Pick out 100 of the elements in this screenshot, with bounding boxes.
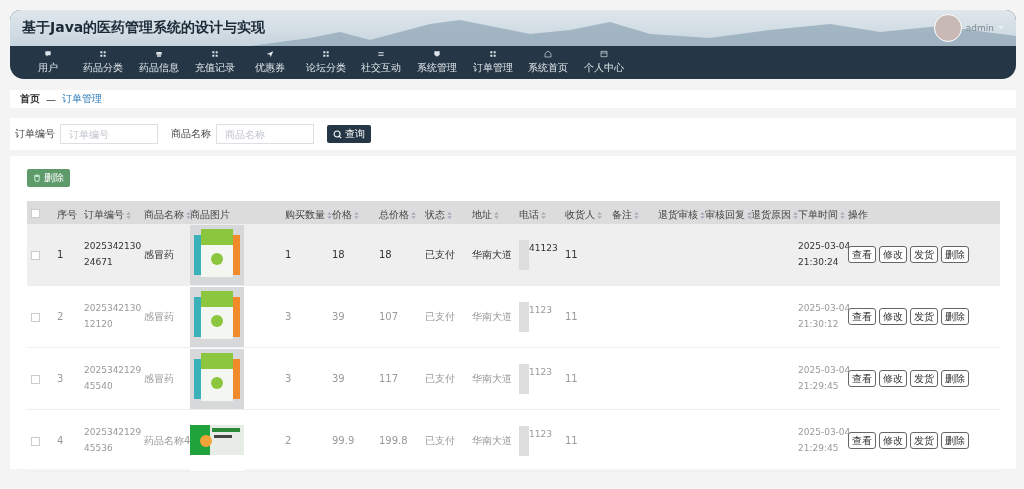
nav-item[interactable]: 充值记录 xyxy=(186,46,243,79)
table-cell: 2 xyxy=(57,311,64,322)
table-cell: 已支付 xyxy=(425,372,455,384)
table-cell: 11 xyxy=(565,311,578,322)
breadcrumb-separator: — xyxy=(46,93,56,105)
row-action-button[interactable]: 修改 xyxy=(879,432,907,449)
order-number: 202534212945540 xyxy=(84,364,142,393)
table-cell: 2 xyxy=(285,435,292,446)
table-cell: 11 xyxy=(565,435,578,446)
table-cell: 1 xyxy=(285,249,292,260)
column-header: 操作 xyxy=(848,208,868,222)
nav-item[interactable]: 药品分类 xyxy=(75,46,132,79)
blurred-block xyxy=(519,425,529,456)
row-action-button[interactable]: 删除 xyxy=(941,432,969,449)
row-action-button[interactable]: 查看 xyxy=(848,432,876,449)
order-number: 202534212945536 xyxy=(84,426,142,455)
row-action-button[interactable]: 发货 xyxy=(910,432,938,449)
table-cell: 1 xyxy=(57,249,64,260)
blurred-block xyxy=(519,363,529,394)
nav-item[interactable]: 社交互动 xyxy=(353,46,410,79)
breadcrumb-current: 订单管理 xyxy=(62,92,102,106)
sort-icon[interactable] xyxy=(541,211,546,219)
column-header[interactable]: 商品名称 xyxy=(144,208,191,222)
nav-item[interactable]: 订单管理 xyxy=(464,46,521,79)
table-cell: 3 xyxy=(285,373,292,384)
field-label: 订单编号 xyxy=(15,127,55,141)
row-action-button[interactable]: 查看 xyxy=(848,308,876,325)
row-action-button[interactable]: 发货 xyxy=(910,246,938,263)
row-checkbox[interactable] xyxy=(31,312,40,322)
table-cell: 华南大道 xyxy=(472,310,512,322)
menu-item-icon xyxy=(432,50,441,58)
nav-item[interactable]: 个人中心 xyxy=(575,46,632,79)
row-action-button[interactable]: 查看 xyxy=(848,370,876,387)
sort-icon[interactable] xyxy=(126,211,131,219)
select-all-checkbox[interactable] xyxy=(31,209,40,218)
nav-item[interactable]: 药品信息 xyxy=(131,46,187,79)
menu-item-icon xyxy=(599,50,608,58)
sort-icon[interactable] xyxy=(354,211,359,219)
nav-item[interactable]: 系统管理 xyxy=(409,46,465,79)
row-action-button[interactable]: 修改 xyxy=(879,246,907,263)
row-action-button[interactable]: 发货 xyxy=(910,308,938,325)
column-header: 商品图片 xyxy=(190,208,230,222)
search-button[interactable]: 查询 xyxy=(327,125,371,143)
table-cell: 11 xyxy=(565,249,578,260)
table-cell: 华南大道 xyxy=(472,434,512,446)
order-time: 2025-03-04 21:30:24 xyxy=(798,240,851,269)
table-cell: 11 xyxy=(565,373,578,384)
sort-icon[interactable] xyxy=(186,211,191,219)
sort-icon[interactable] xyxy=(327,211,332,219)
sort-icon[interactable] xyxy=(634,211,639,219)
table-cell: 感冒药 xyxy=(144,372,174,384)
nav-item[interactable]: 用户 xyxy=(20,46,76,79)
row-action-button[interactable]: 发货 xyxy=(910,370,938,387)
table-cell: 感冒药 xyxy=(144,310,174,322)
menu-item-icon xyxy=(266,50,275,58)
order-time: 2025-03-04 21:29:45 xyxy=(798,426,851,455)
nav-item[interactable]: 优惠券 xyxy=(242,46,298,79)
row-action-button[interactable]: 查看 xyxy=(848,246,876,263)
table-cell: 107 xyxy=(379,311,399,322)
table-cell: 3 xyxy=(285,311,292,322)
menu-item-icon xyxy=(43,50,52,58)
table-cell: 117 xyxy=(379,373,399,384)
nav-item[interactable]: 论坛分类 xyxy=(297,46,354,79)
phone-number: 1123 xyxy=(529,366,552,377)
table-cell: 药品名称4 xyxy=(144,434,191,446)
row-action-button[interactable]: 删除 xyxy=(941,246,969,263)
menu-item-icon xyxy=(210,50,219,58)
menu-item-icon xyxy=(377,50,386,58)
sort-icon[interactable] xyxy=(494,211,499,219)
table-cell: 39 xyxy=(332,311,345,322)
row-checkbox[interactable] xyxy=(31,436,40,446)
row-action-button[interactable]: 删除 xyxy=(941,370,969,387)
row-action-button[interactable]: 修改 xyxy=(879,370,907,387)
order-number: 202534213024671 xyxy=(84,240,142,269)
sort-icon[interactable] xyxy=(700,211,705,219)
table-cell: 华南大道 xyxy=(472,248,512,260)
sort-icon[interactable] xyxy=(793,211,798,219)
order-number: 202534213012120 xyxy=(84,302,142,331)
column-header[interactable]: 审核回复 xyxy=(705,208,752,222)
table-cell: 18 xyxy=(332,249,345,260)
row-checkbox[interactable] xyxy=(31,250,40,260)
nav-item[interactable]: 系统首页 xyxy=(520,46,576,79)
column-header: 序号 xyxy=(57,208,77,222)
phone-number: 1123 xyxy=(529,304,552,315)
sort-icon[interactable] xyxy=(597,211,602,219)
table-cell: 39 xyxy=(332,373,345,384)
app-title: 基于Java的医药管理系统的设计与实现 xyxy=(22,19,266,37)
breadcrumb-home[interactable]: 首页 xyxy=(20,92,40,106)
row-action-button[interactable]: 修改 xyxy=(879,308,907,325)
avatar-icon[interactable] xyxy=(933,14,962,42)
search-icon xyxy=(333,129,342,139)
sort-icon[interactable] xyxy=(411,211,416,219)
menu-item-icon xyxy=(155,50,163,58)
field-label: 商品名称 xyxy=(171,127,211,141)
order-time: 2025-03-04 21:30:12 xyxy=(798,302,851,331)
row-action-button[interactable]: 删除 xyxy=(941,308,969,325)
menu-item-icon xyxy=(99,50,108,58)
row-checkbox[interactable] xyxy=(31,374,40,384)
sort-icon[interactable] xyxy=(747,211,752,219)
sort-icon[interactable] xyxy=(447,211,452,219)
